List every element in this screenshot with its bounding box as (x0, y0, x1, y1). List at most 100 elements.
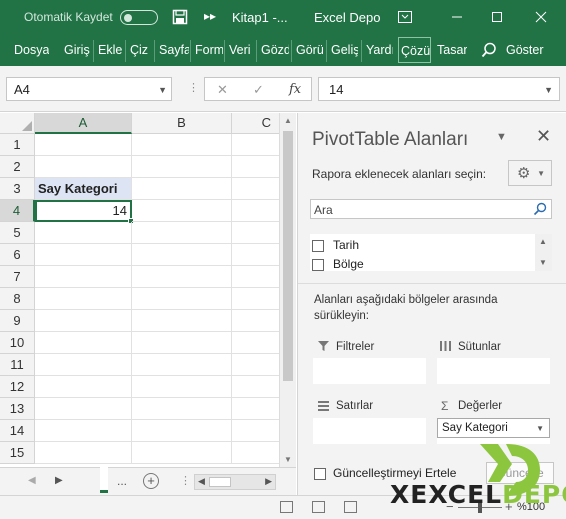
cell-c1[interactable] (232, 134, 282, 156)
search-icon[interactable] (533, 202, 547, 216)
defer-update-checkbox[interactable] (314, 468, 326, 480)
columns-drop-zone[interactable] (437, 358, 550, 384)
cell-c4[interactable] (232, 200, 282, 222)
cell-b6[interactable] (132, 244, 232, 266)
expand-formula-bar-icon[interactable]: ▼ (544, 85, 553, 95)
horizontal-scroll-thumb[interactable] (209, 477, 231, 487)
row-header[interactable]: 8 (0, 288, 35, 310)
cell-c5[interactable] (232, 222, 282, 244)
cell-a12[interactable] (35, 376, 132, 398)
row-header[interactable]: 6 (0, 244, 35, 266)
cell-a11[interactable] (35, 354, 132, 376)
zoom-out-icon[interactable]: − (446, 499, 454, 514)
cell-a15[interactable] (35, 442, 132, 464)
cell-a6[interactable] (35, 244, 132, 266)
chevron-down-icon[interactable]: ▼ (158, 85, 167, 95)
tab-data[interactable]: Veri (229, 43, 251, 57)
cell-a13[interactable] (35, 398, 132, 420)
cell-a1[interactable] (35, 134, 132, 156)
tab-help[interactable]: Yardı (366, 43, 393, 57)
cell-c8[interactable] (232, 288, 282, 310)
cell-b14[interactable] (132, 420, 232, 442)
field-list-scrollbar[interactable]: ▲ ▼ (535, 234, 552, 271)
field-checkbox[interactable] (312, 259, 324, 271)
tab-analyze[interactable]: Çözü (398, 37, 431, 63)
field-list-settings-button[interactable]: ⚙ ▼ (508, 160, 552, 186)
minimize-icon[interactable] (446, 6, 468, 28)
cell-b3[interactable] (132, 178, 232, 200)
chevron-down-icon[interactable]: ▼ (536, 424, 544, 433)
cell-c14[interactable] (232, 420, 282, 442)
scroll-left-icon[interactable]: ◀ (198, 476, 205, 487)
tell-me-label[interactable]: Göster (506, 43, 544, 57)
select-all-corner[interactable] (0, 113, 35, 134)
quick-access-more-icon[interactable]: ▸▸ (204, 9, 216, 23)
cell-b12[interactable] (132, 376, 232, 398)
scroll-up-icon[interactable]: ▲ (539, 237, 547, 246)
cell-b8[interactable] (132, 288, 232, 310)
row-header[interactable]: 9 (0, 310, 35, 332)
cell-a10[interactable] (35, 332, 132, 354)
name-box[interactable]: A4 ▼ (6, 77, 172, 101)
tab-page-layout[interactable]: Sayfa (159, 43, 189, 57)
horizontal-scrollbar[interactable]: ◀ ▶ (194, 474, 276, 490)
autosave-toggle[interactable] (120, 10, 158, 25)
enter-icon[interactable]: ✓ (253, 82, 264, 98)
scroll-thumb[interactable] (283, 131, 293, 381)
pane-divider[interactable] (298, 283, 566, 284)
cell-b5[interactable] (132, 222, 232, 244)
cell-c7[interactable] (232, 266, 282, 288)
cell-c12[interactable] (232, 376, 282, 398)
normal-view-icon[interactable] (280, 501, 293, 513)
tab-insert[interactable]: Ekle (98, 43, 122, 57)
cell-b11[interactable] (132, 354, 232, 376)
scroll-down-icon[interactable]: ▼ (539, 258, 547, 267)
zoom-in-icon[interactable]: + (505, 499, 513, 514)
scroll-up-icon[interactable]: ▲ (284, 116, 292, 125)
pane-close-icon[interactable]: ✕ (536, 126, 551, 147)
ribbon-display-options-icon[interactable] (394, 6, 416, 28)
cell-a14[interactable] (35, 420, 132, 442)
values-field-pill[interactable]: Say Kategori ▼ (437, 418, 550, 438)
cell-a4[interactable]: 14 (35, 200, 134, 224)
pane-options-icon[interactable]: ▼ (496, 131, 507, 143)
cell-b13[interactable] (132, 398, 232, 420)
cell-b10[interactable] (132, 332, 232, 354)
close-icon[interactable] (530, 6, 552, 28)
update-button[interactable]: Güncelle (486, 462, 554, 484)
values-drop-zone[interactable]: Say Kategori ▼ (437, 418, 550, 444)
tab-view[interactable]: Görü (296, 43, 323, 57)
row-header[interactable]: 14 (0, 420, 35, 442)
cell-a5[interactable] (35, 222, 132, 244)
row-header[interactable]: 2 (0, 156, 35, 178)
tab-split-grip-icon[interactable]: ⋮ (180, 474, 191, 487)
filters-drop-zone[interactable] (313, 358, 426, 384)
tab-developer[interactable]: Geliş (331, 43, 358, 57)
row-header[interactable]: 15 (0, 442, 35, 464)
cell-a3[interactable]: Say Kategori (35, 178, 132, 200)
row-header[interactable]: 13 (0, 398, 35, 420)
add-sheet-icon[interactable]: + (143, 473, 159, 489)
row-header[interactable]: 12 (0, 376, 35, 398)
zoom-slider-knob[interactable] (478, 502, 482, 513)
more-sheets-button[interactable]: ... (117, 474, 127, 488)
row-header[interactable]: 7 (0, 266, 35, 288)
row-header[interactable]: 11 (0, 354, 35, 376)
cell-a7[interactable] (35, 266, 132, 288)
next-sheet-icon[interactable]: ▶ (55, 475, 63, 486)
row-header[interactable]: 3 (0, 178, 35, 200)
cell-b2[interactable] (132, 156, 232, 178)
tab-file[interactable]: Dosya (14, 43, 49, 57)
row-header[interactable]: 4 (0, 200, 35, 222)
sheet-tab[interactable] (100, 467, 108, 493)
cell-a8[interactable] (35, 288, 132, 310)
tab-review[interactable]: Gözd (261, 43, 289, 57)
tab-formulas[interactable]: Form (195, 43, 223, 57)
maximize-icon[interactable] (486, 6, 508, 28)
cell-c11[interactable] (232, 354, 282, 376)
page-break-view-icon[interactable] (344, 501, 357, 513)
formula-bar-grip-icon[interactable]: ⋮ (188, 81, 199, 94)
cell-a2[interactable] (35, 156, 132, 178)
scroll-right-icon[interactable]: ▶ (265, 476, 272, 487)
cell-c9[interactable] (232, 310, 282, 332)
